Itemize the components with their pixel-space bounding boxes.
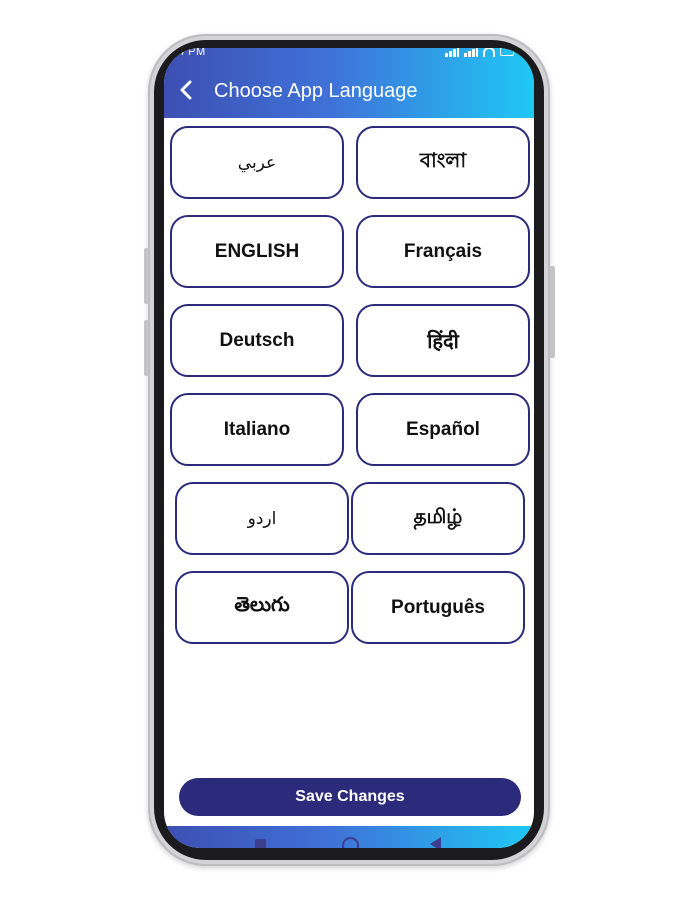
chevron-left-icon	[180, 80, 192, 100]
language-option-italian[interactable]: Italiano	[170, 393, 344, 466]
volume-down-button	[144, 320, 149, 376]
power-button	[550, 266, 555, 358]
volume-up-button	[144, 248, 149, 304]
status-icons	[445, 48, 514, 57]
save-changes-button[interactable]: Save Changes	[179, 778, 521, 816]
signal-icon-2	[464, 48, 478, 57]
language-option-hindi[interactable]: हिंदी	[356, 304, 530, 377]
battery-icon	[500, 48, 514, 56]
language-option-urdu[interactable]: اردو	[175, 482, 349, 555]
language-option-spanish[interactable]: Español	[356, 393, 530, 466]
nav-back-icon[interactable]	[430, 837, 441, 848]
app-header: 4 PM Choose App Language	[164, 48, 534, 118]
status-time: 4 PM	[178, 48, 206, 58]
language-option-arabic[interactable]: عربي	[170, 126, 344, 199]
home-icon[interactable]	[342, 837, 359, 848]
language-option-portuguese[interactable]: Português	[351, 571, 525, 644]
back-button[interactable]	[172, 76, 200, 104]
language-option-english[interactable]: ENGLISH	[170, 215, 344, 288]
language-option-german[interactable]: Deutsch	[170, 304, 344, 377]
language-option-tamil[interactable]: தமிழ்	[351, 482, 525, 555]
signal-icon	[445, 48, 459, 57]
language-option-french[interactable]: Français	[356, 215, 530, 288]
language-option-telugu[interactable]: తెలుగు	[175, 571, 349, 644]
language-option-bengali[interactable]: বাংলা	[356, 126, 530, 199]
status-bar: 4 PM	[164, 48, 534, 62]
recent-apps-icon[interactable]	[255, 839, 266, 848]
wifi-icon	[483, 48, 495, 57]
system-nav-bar	[164, 826, 534, 848]
app-screen: 4 PM Choose App Language عربي বাংলা ENGL…	[164, 48, 534, 848]
page-title: Choose App Language	[214, 80, 418, 102]
